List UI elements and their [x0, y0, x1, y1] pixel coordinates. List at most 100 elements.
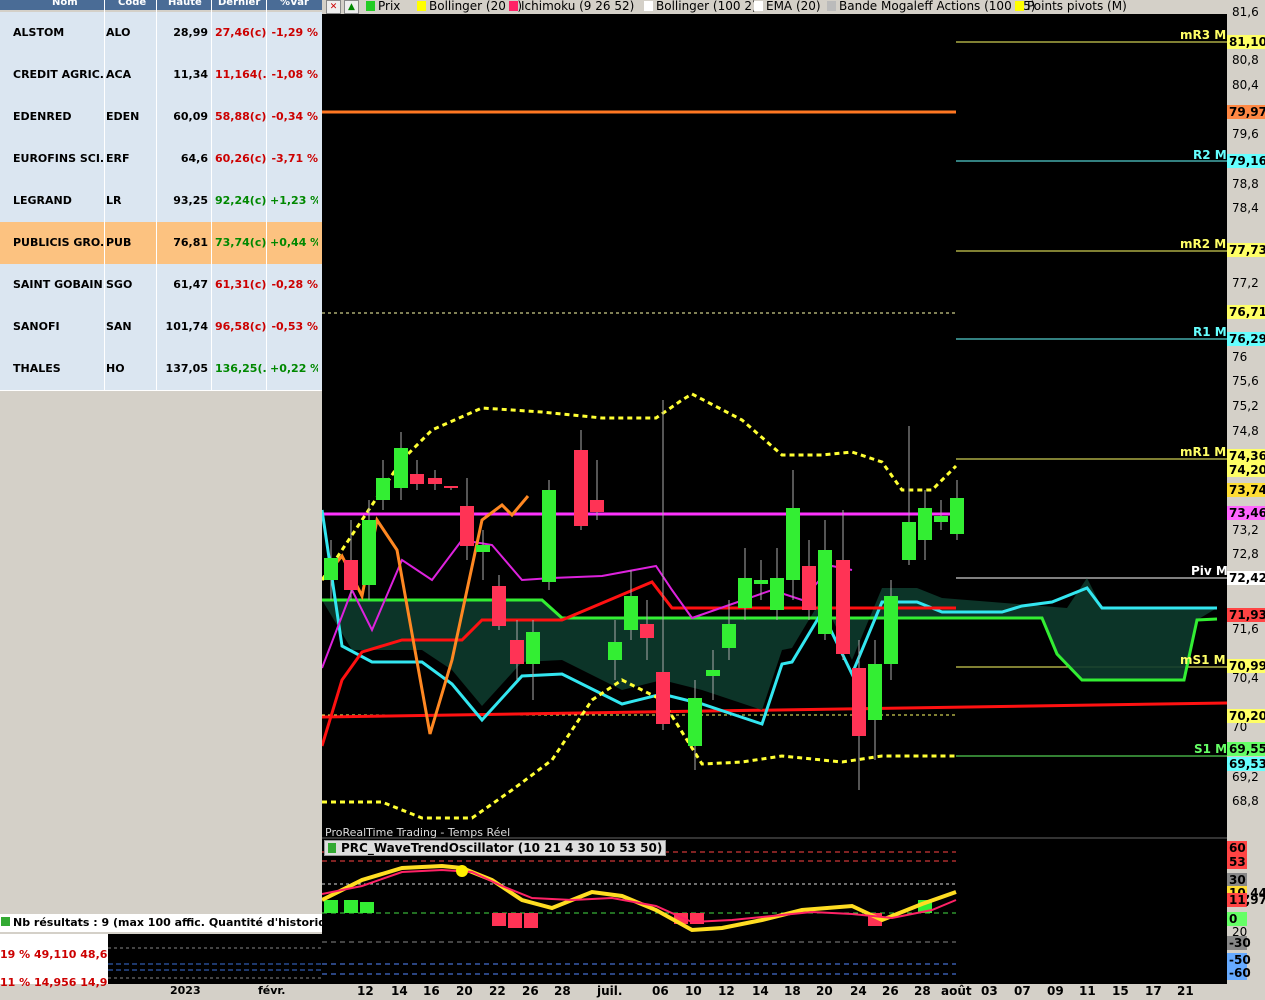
watchlist-row[interactable]: EUROFINS SCI... ERF 64,6 60,26(c) -3,71 % — [0, 138, 322, 181]
indicator-color-icon — [644, 1, 653, 11]
osc-bar — [508, 913, 522, 928]
watchlist-row[interactable]: EDENRED EDEN 60,09 58,88(c) -0,34 % — [0, 96, 322, 139]
watchlist-row[interactable]: SAINT GOBAIN SGO 61,47 61,31(c) -0,28 % — [0, 264, 322, 307]
candle-body — [802, 566, 816, 610]
indicator-toggle[interactable]: Bollinger (100 2) — [644, 0, 757, 13]
candle-body — [492, 586, 506, 626]
watchlist-row[interactable]: CREDIT AGRIC...ACA 11,34 11,164(... -1,08 % — [0, 54, 322, 97]
pivot-level-label: R2 M — [1193, 148, 1227, 162]
header-nom[interactable]: Nom — [52, 0, 78, 8]
results-bar: Nb résultats : 9 (max 100 affic. Quantit… — [0, 914, 357, 932]
time-tick: 12 — [718, 984, 735, 998]
price-tag: 76,29 — [1227, 332, 1265, 346]
arrow-up-icon[interactable]: ▲ — [344, 0, 359, 14]
time-tick: 06 — [652, 984, 669, 998]
time-tick: 17 — [1145, 984, 1162, 998]
time-tick: 24 — [850, 984, 867, 998]
stock-last: 92,24(c) — [215, 194, 267, 207]
candle-body — [836, 560, 850, 654]
pivot-level-label: mS1 M — [1180, 653, 1226, 667]
candle-body — [770, 578, 784, 610]
header-dernier[interactable]: Dernier — [218, 0, 260, 8]
remove-icon[interactable]: ✕ — [326, 0, 341, 14]
stock-code: EDEN — [106, 110, 140, 123]
indicator-title[interactable]: PRC_WaveTrendOscillator (10 21 4 30 10 5… — [324, 840, 667, 856]
pivot-level-label: Piv M — [1191, 564, 1228, 578]
time-axis[interactable]: 12 14 16 20 22 26 28 juil. 06 10 12 14 18 20 24 26 28 aoû… — [322, 984, 1227, 1000]
price-tick: 72,8 — [1232, 547, 1259, 561]
price-tick: 76 — [1232, 350, 1248, 364]
stock-change: -0,28 % — [271, 278, 318, 291]
candle-body — [376, 478, 390, 500]
header-var[interactable]: %Var — [280, 0, 309, 8]
time-tick: 28 — [554, 984, 571, 998]
watchlist-row[interactable]: SANOFI SAN 101,74 96,58(c) -0,53 % — [0, 306, 322, 349]
mini-row-1[interactable]: 19 % 49,110 48,625 — [0, 948, 123, 961]
mini-row-2[interactable]: 11 % 14,956 14,912 — [0, 976, 123, 989]
time-tick: 14 — [752, 984, 769, 998]
price-tag: 76,71 — [1227, 305, 1265, 319]
candle-body — [934, 516, 948, 522]
chart-area[interactable]: ✕ ▲ Prix Bollinger (20 2) Ichimoku (9 26 5… — [322, 0, 1265, 1000]
stock-code: ALO — [106, 26, 131, 39]
price-tag: 81,10 — [1227, 35, 1265, 49]
candle-body — [542, 490, 556, 582]
price-tag: 77,73 — [1227, 243, 1265, 257]
time-tick: 26 — [522, 984, 539, 998]
price-tick: 73,2 — [1232, 523, 1259, 537]
indicator-color-icon — [754, 1, 763, 11]
osc-tag: -50 — [1227, 953, 1251, 967]
time-tick: juil. — [597, 984, 623, 998]
candle-body — [640, 624, 654, 638]
stock-code: SGO — [106, 278, 133, 291]
time-tick: 14 — [391, 984, 408, 998]
col-divider — [211, 0, 212, 390]
time-tick: 03 — [981, 984, 998, 998]
price-tick: 74,8 — [1232, 424, 1259, 438]
indicator-toggle[interactable]: Bande Mogaleff Actions (100 25) — [827, 0, 1035, 13]
mini-chart[interactable] — [108, 934, 322, 984]
time-tick: 22 — [489, 984, 506, 998]
stock-last: 61,31(c) — [215, 278, 267, 291]
candle-body — [574, 450, 588, 526]
stock-name: THALES — [13, 362, 61, 375]
osc-bar — [360, 902, 374, 913]
time-tick: 10 — [685, 984, 702, 998]
stock-name: EDENRED — [13, 110, 72, 123]
stock-code: LR — [106, 194, 122, 207]
stock-last: 96,58(c) — [215, 320, 267, 333]
price-tag: 70,20 — [1227, 709, 1265, 723]
price-tag: 72,42 — [1227, 571, 1265, 585]
indicator-toggle[interactable]: EMA (20) — [754, 0, 821, 13]
price-tag: 79,97 — [1227, 105, 1265, 119]
osc-tag: 0 — [1227, 912, 1247, 926]
osc-bar — [492, 913, 506, 926]
price-tag: 73,74 — [1227, 483, 1265, 497]
indicator-toggle[interactable]: Ichimoku (9 26 52) — [509, 0, 634, 13]
indicator-toggle[interactable]: Points pivots (M) — [1015, 0, 1127, 13]
stock-code: SAN — [106, 320, 132, 333]
pivot-level-label: R1 M — [1193, 325, 1227, 339]
price-tag: 74,20 — [1227, 463, 1265, 477]
stock-name: LEGRAND — [13, 194, 72, 207]
candle-body — [510, 640, 524, 664]
watchlist-row[interactable]: THALES HO 137,05 136,25(...+0,22 % — [0, 348, 322, 391]
watchlist-row[interactable]: PUBLICIS GRO... PUB 76,81 73,74(c) +0,44 % — [0, 222, 322, 265]
pivot-level-label: mR3 M — [1180, 28, 1227, 42]
header-code[interactable]: Code — [118, 0, 146, 8]
indicator-toggle[interactable]: Prix — [366, 0, 400, 13]
candle-body — [688, 698, 702, 746]
price-tick: 80,4 — [1232, 78, 1259, 92]
watchlist-row[interactable]: LEGRAND LR 93,25 92,24(c) +1,23 % — [0, 180, 322, 223]
candle-body — [852, 668, 866, 736]
watchlist-row[interactable]: ALSTOM ALO 28,99 27,46(c) -1,29 % — [0, 12, 322, 55]
price-tag: 71,93 — [1227, 608, 1265, 622]
indicator-toggle[interactable]: Bollinger (20 2) — [417, 0, 522, 13]
candle-body — [444, 486, 458, 488]
time-tick: août — [941, 984, 972, 998]
watchlist-header: Nom Code Haute Dernier %Var — [0, 0, 322, 10]
header-haute[interactable]: Haute — [168, 0, 202, 8]
time-tick: 11 — [1079, 984, 1096, 998]
price-tag: 73,46 — [1227, 506, 1265, 520]
price-tick: 71,6 — [1232, 622, 1259, 636]
